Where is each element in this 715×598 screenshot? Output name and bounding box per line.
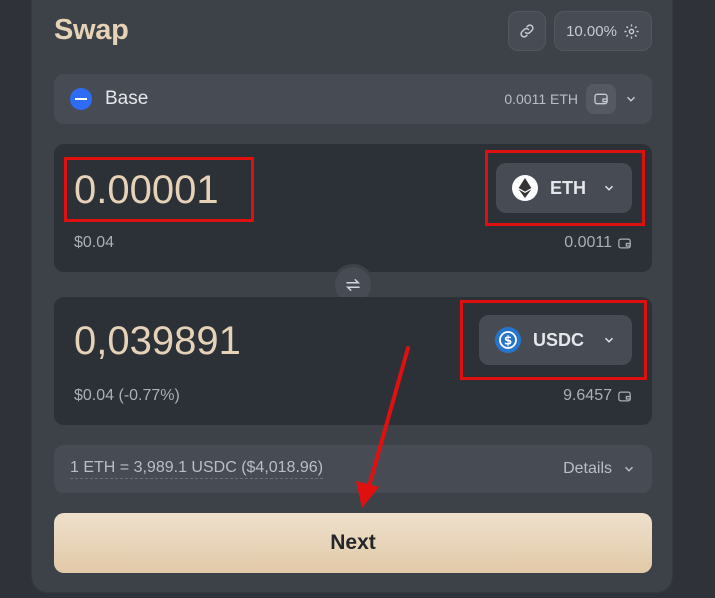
sell-balance-value: 0.0011 — [564, 234, 612, 251]
network-selector[interactable]: Base 0.0011 ETH — [54, 74, 652, 124]
sell-amount-input[interactable]: 0.00001 — [74, 168, 219, 213]
details-label: Details — [563, 460, 612, 477]
swap-arrows-icon — [344, 276, 362, 294]
chevron-down-icon — [602, 181, 616, 195]
sell-token-symbol: ETH — [550, 177, 586, 198]
chevron-down-icon — [602, 333, 616, 347]
sell-token-selector[interactable]: ETH — [496, 163, 632, 213]
next-button[interactable]: Next — [54, 513, 652, 573]
buy-balance: 9.6457 — [563, 387, 632, 405]
wallet-icon — [586, 84, 616, 114]
sell-usd-value: $0.04 — [74, 234, 115, 251]
buy-usd-value: $0.04 (-0.77%) — [74, 387, 180, 404]
share-link-button[interactable] — [508, 11, 546, 51]
sell-panel: 0.00001 ETH $0.04 0.0011 — [54, 144, 652, 272]
page-title: Swap — [54, 14, 129, 46]
buy-amount-output: 0,039891 — [74, 319, 241, 363]
slippage-settings-button[interactable]: 10.00% — [554, 11, 652, 51]
wallet-icon — [617, 236, 632, 251]
wallet-icon — [617, 389, 632, 404]
usdc-token-icon: $ — [495, 327, 521, 353]
gear-icon — [623, 23, 640, 40]
network-balance: 0.0011 ETH — [504, 91, 578, 107]
buy-panel: 0,039891 $ USDC $0.04 (-0.77%) 9.6457 — [54, 297, 652, 425]
eth-token-icon — [512, 175, 538, 201]
sell-balance[interactable]: 0.0011 — [564, 234, 632, 252]
chevron-down-icon — [624, 92, 638, 106]
buy-balance-value: 9.6457 — [563, 387, 612, 404]
chevron-down-icon — [622, 462, 636, 476]
base-network-icon — [70, 88, 92, 110]
network-name: Base — [105, 88, 149, 109]
svg-text:$: $ — [504, 334, 512, 348]
slippage-value: 10.00% — [566, 22, 617, 40]
buy-token-selector[interactable]: $ USDC — [479, 315, 632, 365]
link-icon — [518, 22, 536, 40]
details-toggle[interactable]: Details — [563, 460, 636, 478]
exchange-rate: 1 ETH = 3,989.1 USDC ($4,018.96) — [70, 459, 324, 479]
buy-token-symbol: USDC — [533, 329, 585, 350]
exchange-rate-row: 1 ETH = 3,989.1 USDC ($4,018.96) Details — [54, 445, 652, 493]
